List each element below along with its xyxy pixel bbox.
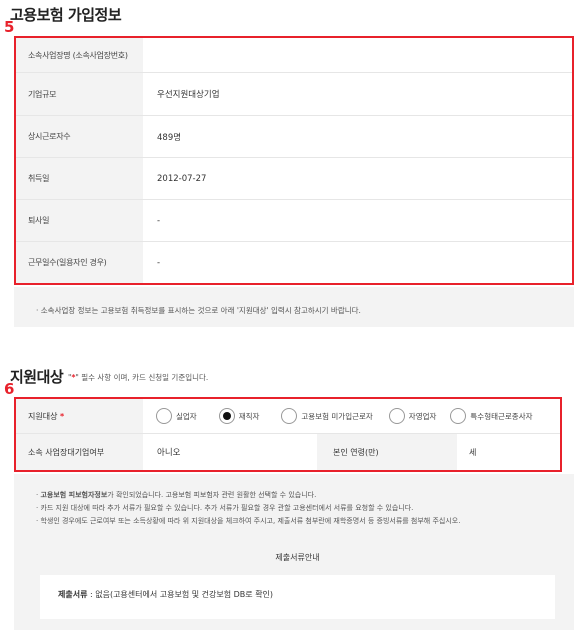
affiliation-row: 소속 사업장대기업여부 아니오 본인 연령(만) 세 — [16, 434, 560, 470]
info-box: · 고용보험 피보험자정보가 확인되었습니다. 고용보험 피보험자 관련 원활한… — [14, 474, 574, 630]
row-value-acquired-date: 2012-07-27 — [157, 173, 207, 184]
section6-title: 지원대상 — [10, 368, 64, 386]
row-value-resign-date: - — [157, 215, 161, 226]
info-line-2: · 카드 지원 대상에 따라 추가 서류가 필요할 수 있습니다. 추가 서류가… — [36, 504, 414, 512]
section5-badge: 5 — [4, 18, 15, 36]
row-value-workplace — [143, 38, 572, 72]
table-row: 취득일 2012-07-27 — [16, 158, 572, 200]
age-value: 세 — [469, 447, 477, 457]
radio-special-worker[interactable]: 특수형태근로종사자 — [450, 408, 533, 424]
radio-circle[interactable] — [281, 408, 298, 424]
affiliation-value: 아니오 — [157, 448, 181, 458]
radio-selected-dot — [222, 412, 231, 420]
row-value-company-size: 우선지원대상기업 — [157, 90, 220, 100]
submission-docs-box: 제출서류안내 제출서류 : 없음(고용센터에서 고용보험 및 건강보험 DB로 … — [40, 541, 555, 619]
info-line-3: · 학생인 경우에도 근로여부 또는 소득상황에 따라 위 지원대상을 체크하여… — [36, 517, 461, 525]
row-value-employees: 489명 — [157, 132, 182, 143]
submission-docs-line: 제출서류 : 없음(고용센터에서 고용보험 및 건강보험 DB로 확인) — [58, 590, 274, 599]
row-label-acquired-date: 취득일 — [16, 158, 143, 199]
table-row: 기업규모 우선지원대상기업 — [16, 73, 572, 116]
row-label-resign-date: 퇴사일 — [16, 200, 143, 241]
radio-circle[interactable] — [450, 408, 467, 424]
radio-employed[interactable]: 재직자 — [218, 408, 259, 424]
submission-docs-title: 제출서류안내 — [40, 541, 555, 575]
row-label-employees: 상시근로자수 — [16, 116, 143, 157]
support-target-row: 지원대상 * 실업자 재직자 고용보험 미가입근로자 자영업자 특수형태근로종사… — [16, 399, 560, 434]
table-row: 소속사업장명 (소속사업장번호) — [16, 38, 572, 73]
radio-circle[interactable] — [388, 408, 405, 424]
table-row: 상시근로자수 489명 — [16, 116, 572, 158]
row-label-work-days: 근무일수(일용자인 경우) — [16, 242, 143, 283]
radio-circle-selected[interactable] — [218, 408, 235, 424]
table-row: 퇴사일 - — [16, 200, 572, 242]
row-value-work-days: - — [157, 257, 161, 268]
affiliation-label: 소속 사업장대기업여부 — [16, 434, 143, 470]
row-label-workplace: 소속사업장명 (소속사업장번호) — [16, 38, 143, 72]
radio-self-employed[interactable]: 자영업자 — [388, 408, 436, 424]
radio-circle[interactable] — [156, 408, 172, 424]
target-required-star: * — [60, 411, 65, 421]
table-row: 근무일수(일용자인 경우) - — [16, 242, 572, 283]
age-label: 본인 연령(만) — [317, 434, 457, 470]
radio-uninsured-worker[interactable]: 고용보험 미가입근로자 — [281, 408, 373, 424]
radio-unemployed[interactable]: 실업자 — [156, 408, 197, 424]
required-note: "*" 필수 사항 이며, 카드 신청일 기준입니다. — [68, 373, 209, 382]
info-line-1: · 고용보험 피보험자정보가 확인되었습니다. 고용보험 피보험자 관련 원활한… — [36, 491, 317, 499]
row-label-company-size: 기업규모 — [16, 73, 143, 115]
workplace-note: · 소속사업장 정보는 고용보험 취득정보를 표시하는 것으로 아래 '지원대상… — [14, 287, 574, 327]
employment-insurance-table: 소속사업장명 (소속사업장번호) 기업규모 우선지원대상기업 상시근로자수 48… — [14, 36, 574, 285]
support-target-label: 지원대상 * — [16, 399, 143, 433]
section5-title: 고용보험 가입정보 — [10, 6, 122, 24]
workplace-note-text: · 소속사업장 정보는 고용보험 취득정보를 표시하는 것으로 아래 '지원대상… — [36, 306, 361, 315]
support-target-table: 지원대상 * 실업자 재직자 고용보험 미가입근로자 자영업자 특수형태근로종사… — [14, 397, 562, 472]
section6-badge: 6 — [4, 380, 15, 398]
